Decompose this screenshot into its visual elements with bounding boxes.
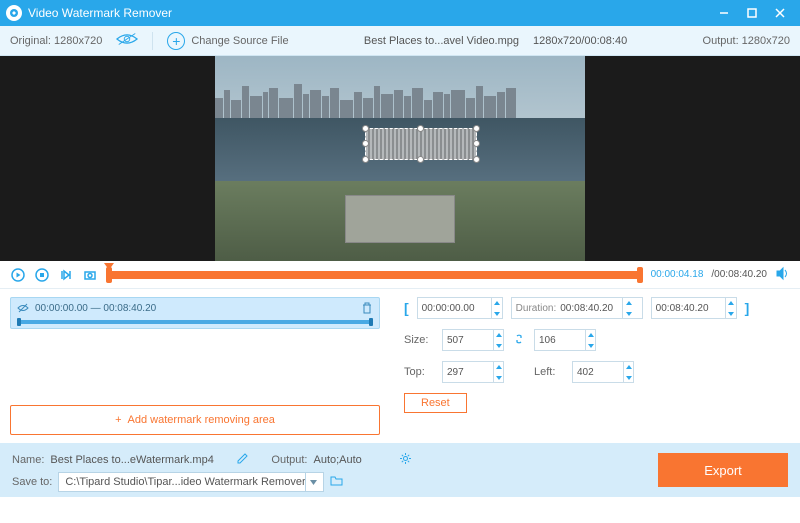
output-settings-button[interactable] xyxy=(399,452,412,468)
close-button[interactable] xyxy=(766,0,794,26)
resize-handle-e[interactable] xyxy=(473,140,480,147)
maximize-button[interactable] xyxy=(738,0,766,26)
output-label: Output: xyxy=(271,454,307,466)
left-label: Left: xyxy=(534,366,564,378)
size-label: Size: xyxy=(404,334,434,346)
resize-handle-sw[interactable] xyxy=(362,156,369,163)
video-preview xyxy=(0,56,800,261)
watermark-selection-box[interactable] xyxy=(365,128,477,160)
set-start-button[interactable]: [ xyxy=(404,300,409,316)
current-time: 00:00:04.18 xyxy=(651,269,704,280)
chevron-down-icon[interactable] xyxy=(305,473,321,491)
height-input[interactable] xyxy=(534,329,596,351)
range-end-handle[interactable] xyxy=(637,267,643,283)
spin-down[interactable] xyxy=(586,340,595,351)
toolbar: Original: 1280x720 + Change Source File … xyxy=(0,26,800,56)
total-time: /00:08:40.20 xyxy=(711,269,767,280)
app-logo-icon xyxy=(6,5,22,21)
start-time-input[interactable] xyxy=(417,297,503,319)
step-forward-button[interactable] xyxy=(58,267,74,283)
spin-up[interactable] xyxy=(726,297,735,308)
preview-toggle-icon[interactable] xyxy=(116,32,138,49)
play-button[interactable] xyxy=(10,267,26,283)
browse-folder-button[interactable] xyxy=(330,474,343,490)
spin-up[interactable] xyxy=(494,361,503,372)
width-input[interactable] xyxy=(442,329,504,351)
name-label: Name: xyxy=(12,454,44,466)
change-source-button[interactable]: + Change Source File xyxy=(167,32,288,50)
spin-up[interactable] xyxy=(494,329,503,340)
spin-up[interactable] xyxy=(623,297,634,308)
original-size-label: Original: 1280x720 xyxy=(10,35,102,47)
source-meta: 1280x720/00:08:40 xyxy=(533,35,627,47)
duration-input[interactable]: Duration: xyxy=(511,297,643,319)
end-time-input[interactable] xyxy=(651,297,737,319)
resize-handle-s[interactable] xyxy=(417,156,424,163)
snapshot-button[interactable] xyxy=(82,267,98,283)
spin-down[interactable] xyxy=(494,340,503,351)
spin-down[interactable] xyxy=(623,308,634,319)
export-button[interactable]: Export xyxy=(658,453,788,487)
link-aspect-button[interactable] xyxy=(512,332,526,349)
spin-down[interactable] xyxy=(726,308,735,319)
playbar: 00:00:04.18/00:08:40.20 xyxy=(0,261,800,289)
output-format-field[interactable] xyxy=(313,454,393,466)
area-icon xyxy=(17,302,29,314)
resize-handle-n[interactable] xyxy=(417,125,424,132)
clip-range: 00:00:00.00 — 00:08:40.20 xyxy=(35,303,156,314)
change-source-label: Change Source File xyxy=(191,35,288,47)
resize-handle-w[interactable] xyxy=(362,140,369,147)
plus-icon: + xyxy=(115,414,121,426)
resize-handle-se[interactable] xyxy=(473,156,480,163)
spin-up[interactable] xyxy=(624,361,633,372)
range-start-handle[interactable] xyxy=(106,267,112,283)
spin-down[interactable] xyxy=(492,308,501,319)
edit-name-button[interactable] xyxy=(236,452,249,468)
clip-item[interactable]: 00:00:00.00 — 00:08:40.20 xyxy=(10,297,380,329)
top-input[interactable] xyxy=(442,361,504,383)
resize-handle-ne[interactable] xyxy=(473,125,480,132)
top-label: Top: xyxy=(404,366,434,378)
output-name-field[interactable] xyxy=(50,454,230,466)
volume-button[interactable] xyxy=(775,266,790,284)
stop-button[interactable] xyxy=(34,267,50,283)
clip-range-bar[interactable] xyxy=(17,320,373,324)
spin-down[interactable] xyxy=(624,372,633,383)
spin-down[interactable] xyxy=(494,372,503,383)
parameters-panel: [ Duration: ] Size: Top: Left: Reset xyxy=(390,289,800,443)
areas-panel: 00:00:00.00 — 00:08:40.20 + Add watermar… xyxy=(0,289,390,443)
plus-icon: + xyxy=(167,32,185,50)
titlebar: Video Watermark Remover xyxy=(0,0,800,26)
save-to-label: Save to: xyxy=(12,476,52,488)
app-title: Video Watermark Remover xyxy=(28,6,172,20)
left-input[interactable] xyxy=(572,361,634,383)
output-size-label: Output: 1280x720 xyxy=(703,35,790,47)
source-filename: Best Places to...avel Video.mpg xyxy=(364,35,519,47)
minimize-button[interactable] xyxy=(710,0,738,26)
settings-panels: 00:00:00.00 — 00:08:40.20 + Add watermar… xyxy=(0,289,800,443)
resize-handle-nw[interactable] xyxy=(362,125,369,132)
timeline-slider[interactable] xyxy=(106,271,643,279)
save-path-dropdown[interactable] xyxy=(58,472,324,492)
set-end-button[interactable]: ] xyxy=(745,300,750,316)
save-path-field[interactable] xyxy=(65,476,305,488)
spin-up[interactable] xyxy=(492,297,501,308)
reset-button[interactable]: Reset xyxy=(404,393,467,413)
video-frame[interactable] xyxy=(215,56,585,261)
spin-up[interactable] xyxy=(586,329,595,340)
add-area-label: Add watermark removing area xyxy=(128,414,275,426)
add-area-button[interactable]: + Add watermark removing area xyxy=(10,405,380,435)
delete-clip-button[interactable] xyxy=(361,302,373,317)
footer: Name: Output: Save to: Export xyxy=(0,443,800,497)
